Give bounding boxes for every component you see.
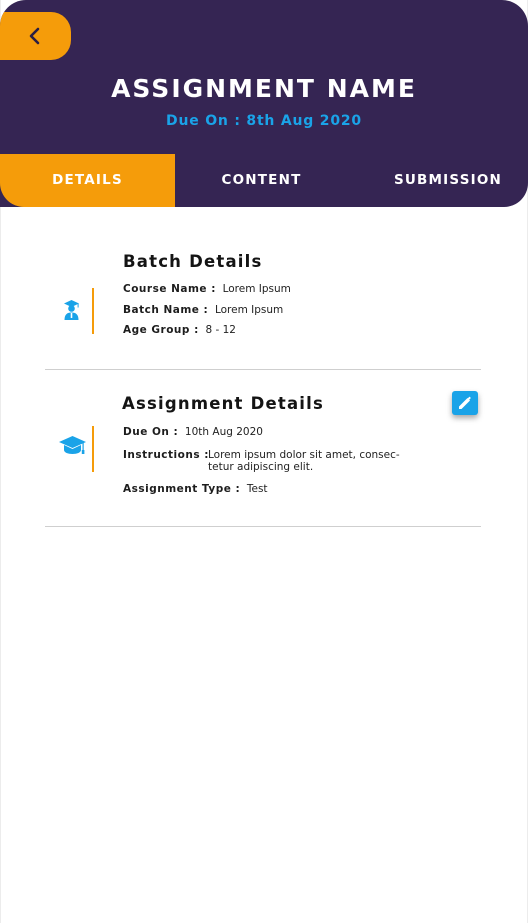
due-on-row: Due On : 10th Aug 2020 <box>123 426 263 438</box>
instructions-label-wrap: Instructions : <box>123 449 209 461</box>
age-group-row: Age Group : 8 - 12 <box>123 324 236 336</box>
tab-details[interactable]: DETAILS <box>0 154 175 207</box>
batch-details-title: Batch Details <box>123 252 263 271</box>
instructions-label: Instructions : <box>123 449 209 461</box>
tab-bar: DETAILS CONTENT SUBMISSION <box>0 154 528 207</box>
header: ASSIGNMENT NAME Due On : 8th Aug 2020 DE… <box>0 0 528 207</box>
batch-name-label: Batch Name : <box>123 304 209 316</box>
course-name-label: Course Name : <box>123 283 216 295</box>
pencil-icon <box>459 396 471 409</box>
chevron-left-icon <box>29 27 40 45</box>
age-group-label: Age Group : <box>123 324 199 336</box>
tab-content[interactable]: CONTENT <box>175 154 348 207</box>
graduation-cap-icon <box>59 436 86 454</box>
student-graduate-icon <box>64 300 79 320</box>
edit-button[interactable] <box>452 391 478 415</box>
due-on-value: 10th Aug 2020 <box>184 426 263 438</box>
accent-bar <box>92 426 94 472</box>
course-name-value: Lorem Ipsum <box>222 283 291 295</box>
age-group-value: 8 - 12 <box>205 324 236 336</box>
assignment-details-title: Assignment Details <box>122 394 325 413</box>
divider <box>45 526 481 527</box>
due-on-label: Due On : <box>123 426 179 438</box>
instructions-line-2: tetur adipiscing elit. <box>208 461 314 473</box>
accent-bar <box>92 288 94 334</box>
instructions-line-1: Lorem ipsum dolor sit amet, consec- <box>208 449 400 461</box>
assignment-type-row: Assignment Type : Test <box>123 483 268 495</box>
assignment-type-label: Assignment Type : <box>123 483 241 495</box>
batch-name-row: Batch Name : Lorem Ipsum <box>123 304 283 316</box>
divider <box>45 369 481 370</box>
due-date: Due On : 8th Aug 2020 <box>166 113 362 129</box>
batch-name-value: Lorem Ipsum <box>214 304 284 316</box>
instructions-value: Lorem ipsum dolor sit amet, consec- tetu… <box>208 449 400 473</box>
assignment-type-value: Test <box>246 483 268 495</box>
tab-submission[interactable]: SUBMISSION <box>368 154 528 207</box>
course-name-row: Course Name : Lorem Ipsum <box>123 283 291 295</box>
back-button[interactable] <box>0 12 71 60</box>
page-title: ASSIGNMENT NAME <box>111 74 417 103</box>
